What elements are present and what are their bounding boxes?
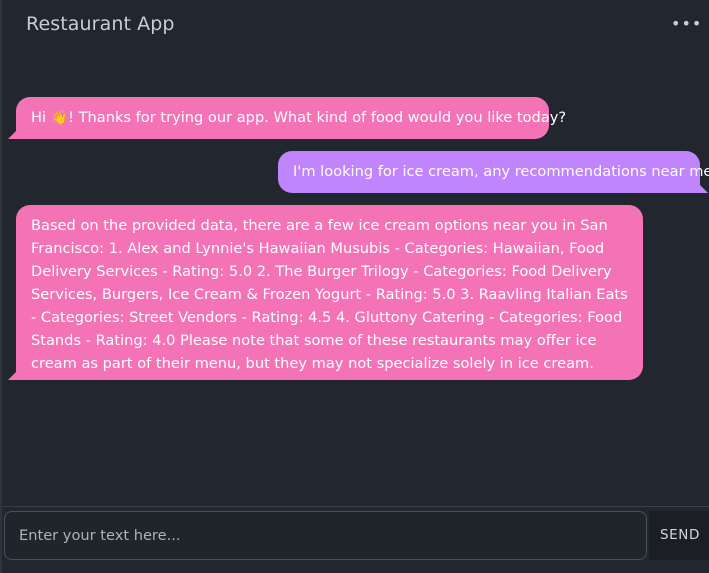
waving-hand-icon: 👋 [50,110,69,126]
message-text: Hi [31,109,51,126]
app-title: Restaurant App [26,13,175,35]
text-input-wrapper [4,511,647,560]
bot-message-bubble: Hi 👋! Thanks for trying our app. What ki… [8,97,566,139]
message-text: ! Thanks for trying our app. What kind o… [68,109,567,126]
chat-messages: Hi 👋! Thanks for trying our app. What ki… [2,52,709,506]
message-text: Based on the provided data, there are a … [31,217,628,372]
message-input[interactable] [5,512,646,559]
user-message-bubble: I'm looking for ice cream, any recommend… [278,151,709,193]
bot-message-bubble: Based on the provided data, there are a … [8,205,643,380]
chat-input-bar: SEND [2,506,709,573]
app-header: Restaurant App ••• [2,0,709,52]
message-text: I'm looking for ice cream, any recommend… [293,163,709,180]
restaurant-app-window: Restaurant App ••• Hi 👋! Thanks for tryi… [0,0,709,573]
more-options-button[interactable]: ••• [671,14,701,34]
send-button[interactable]: SEND [649,511,709,560]
more-horizontal-icon: ••• [671,14,703,33]
